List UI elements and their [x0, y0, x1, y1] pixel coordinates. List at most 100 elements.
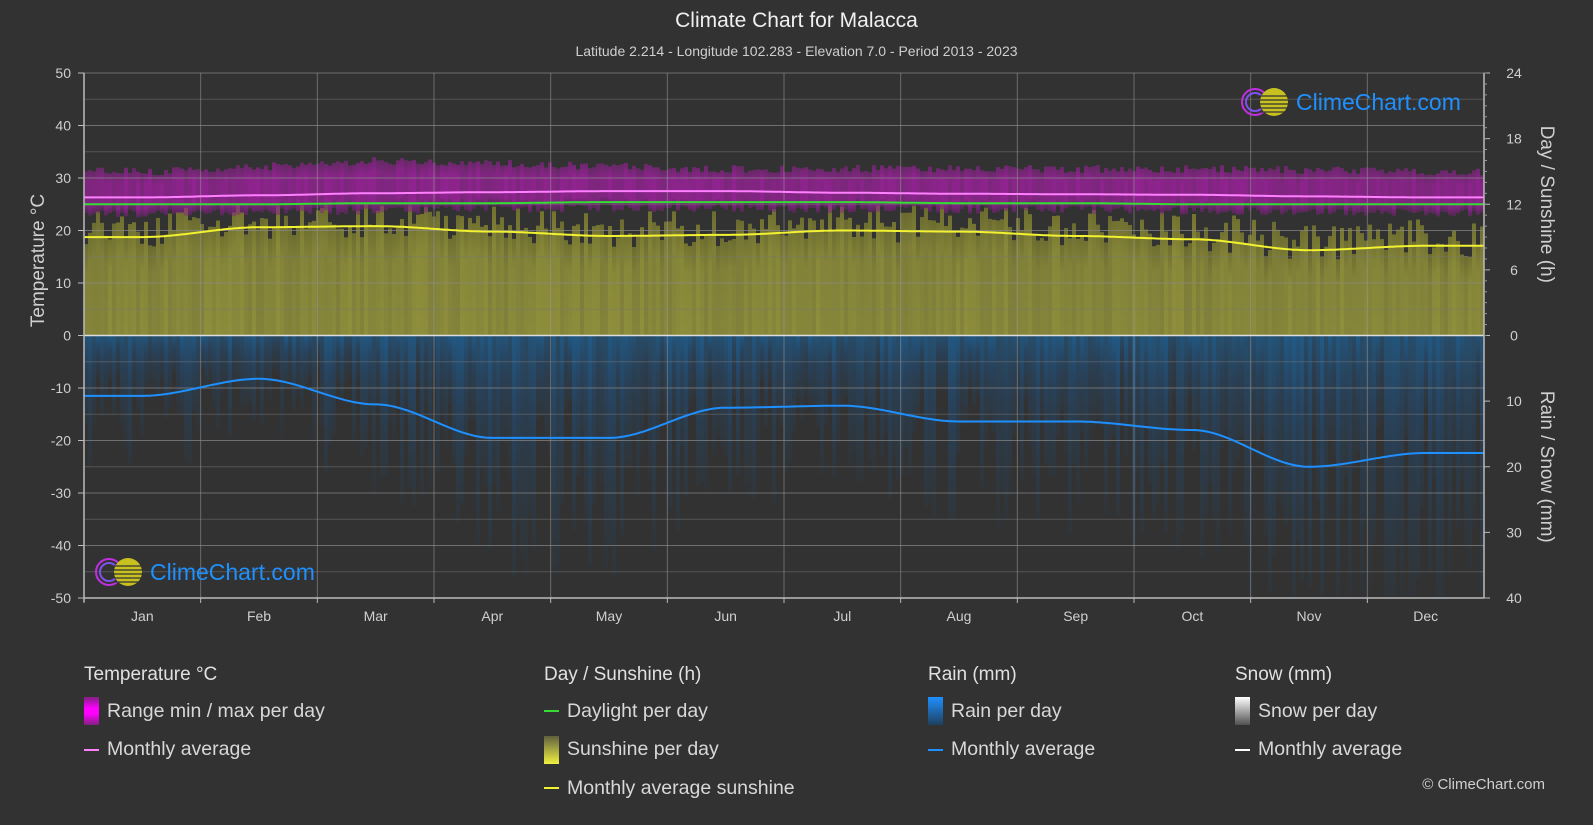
temp-range-day-bar	[252, 169, 256, 212]
temp-range-day-bar	[1380, 169, 1384, 214]
temp-range-day-bar	[600, 163, 604, 205]
rain-day-bar	[344, 335, 348, 385]
rain-day-bar	[1452, 335, 1456, 470]
tick-label-right-top: 6	[1510, 262, 1518, 278]
sunshine-day-bar	[716, 246, 720, 336]
tick-label-right-bottom: 30	[1506, 524, 1522, 540]
temp-range-day-bar	[1460, 174, 1464, 212]
temp-range-day-bar	[556, 168, 560, 210]
sunshine-day-bar	[216, 220, 220, 336]
rain-day-bar	[712, 335, 716, 456]
rain-day-bar	[644, 335, 648, 414]
rain-day-bar	[1224, 335, 1228, 435]
rain-day-bar	[988, 335, 992, 424]
rain-day-bar	[444, 335, 448, 448]
temp-range-day-bar	[1260, 167, 1264, 215]
sunshine-day-bar	[1316, 236, 1320, 336]
sunshine-day-bar	[1432, 247, 1436, 336]
sunshine-day-bar	[348, 226, 352, 336]
rain-day-bar	[356, 335, 360, 380]
temp-range-day-bar	[880, 165, 884, 207]
rain-day-bar	[984, 335, 988, 446]
rain-day-bar	[1296, 335, 1300, 542]
temp-range-day-bar	[1360, 168, 1364, 213]
rain-day-bar	[996, 335, 1000, 531]
sunshine-day-bar	[512, 238, 516, 336]
sunshine-day-bar	[1464, 256, 1468, 336]
rain-day-bar	[1168, 335, 1172, 433]
temp-range-day-bar	[996, 167, 1000, 212]
sunshine-day-bar	[1228, 252, 1232, 336]
temp-range-day-bar	[1084, 165, 1088, 208]
sunshine-day-bar	[988, 218, 992, 336]
temp-range-day-bar	[1096, 164, 1100, 207]
sunshine-day-bar	[212, 226, 216, 336]
sunshine-day-bar	[1296, 246, 1300, 336]
tick-label-left: -20	[51, 433, 71, 449]
rain-day-bar	[476, 335, 480, 548]
rain-day-bar	[676, 335, 680, 533]
temp-range-day-bar	[572, 164, 576, 207]
temp-range-day-bar	[1316, 168, 1320, 215]
temp-range-day-bar	[116, 172, 120, 218]
climechart-logo-icon	[1241, 88, 1288, 116]
temp-range-day-bar	[568, 161, 572, 207]
sunshine-day-bar	[780, 234, 784, 336]
logo-top-right[interactable]: ClimeChart.com	[1240, 86, 1461, 118]
temp-range-day-bar	[396, 160, 400, 208]
sunshine-day-bar	[516, 208, 520, 336]
sunshine-day-bar	[1208, 251, 1212, 336]
temp-range-day-bar	[1196, 169, 1200, 208]
legend-item-daylight: Daylight per day	[544, 692, 795, 731]
rain-day-bar	[588, 335, 592, 567]
sunshine-day-bar	[1176, 216, 1180, 336]
rain-day-bar	[916, 335, 920, 419]
rain-day-bar	[1332, 335, 1336, 457]
sunshine-day-bar	[264, 218, 268, 336]
rain-day-bar	[876, 335, 880, 386]
sunshine-day-bar	[1088, 213, 1092, 336]
rain-day-bar	[436, 335, 440, 474]
rain-day-bar	[1312, 335, 1316, 432]
rain-day-bar	[692, 335, 696, 399]
sunshine-day-bar	[752, 228, 756, 336]
temp-range-day-bar	[1092, 166, 1096, 214]
sunshine-day-bar	[1048, 226, 1052, 336]
temp-range-day-bar	[424, 162, 428, 213]
rain-day-bar	[1352, 335, 1356, 473]
rain-day-bar	[372, 335, 376, 495]
temp-range-day-bar	[88, 170, 92, 216]
rain-day-bar	[1472, 335, 1476, 528]
sunshine-day-bar	[1388, 223, 1392, 336]
sunshine-day-bar	[1404, 252, 1408, 336]
rain-day-bar	[316, 335, 320, 369]
sunshine-day-bar	[856, 224, 860, 336]
rain-day-bar	[440, 335, 444, 417]
sunshine-day-bar	[848, 217, 852, 336]
temp-range-day-bar	[1456, 174, 1460, 214]
rain-day-bar	[640, 335, 644, 454]
rain-day-bar	[520, 335, 524, 558]
sunshine-day-bar	[632, 246, 636, 336]
rain-day-bar	[636, 335, 640, 499]
rain-day-bar	[1032, 335, 1036, 476]
sunshine-day-bar	[1368, 224, 1372, 336]
rain-day-bar	[172, 335, 176, 374]
sunshine-day-bar	[292, 235, 296, 336]
sunshine-day-bar	[268, 238, 272, 336]
rain-day-bar	[904, 335, 908, 449]
rain-day-bar	[976, 335, 980, 397]
sunshine-day-bar	[1152, 246, 1156, 336]
sunshine-day-bar	[1332, 226, 1336, 336]
temp-range-day-bar	[1300, 173, 1304, 213]
logo-bottom-left[interactable]: ClimeChart.com	[94, 556, 315, 588]
rain-day-bar	[1460, 335, 1464, 481]
sunshine-day-bar	[272, 226, 276, 336]
tick-label-left: 50	[55, 65, 71, 81]
sunshine-day-bar	[1340, 227, 1344, 336]
sunshine-day-bar	[452, 235, 456, 336]
temp-range-swatch-icon	[84, 697, 99, 726]
rain-day-bar	[1180, 335, 1184, 532]
sunshine-day-bar	[188, 220, 192, 336]
temp-range-day-bar	[852, 168, 856, 212]
